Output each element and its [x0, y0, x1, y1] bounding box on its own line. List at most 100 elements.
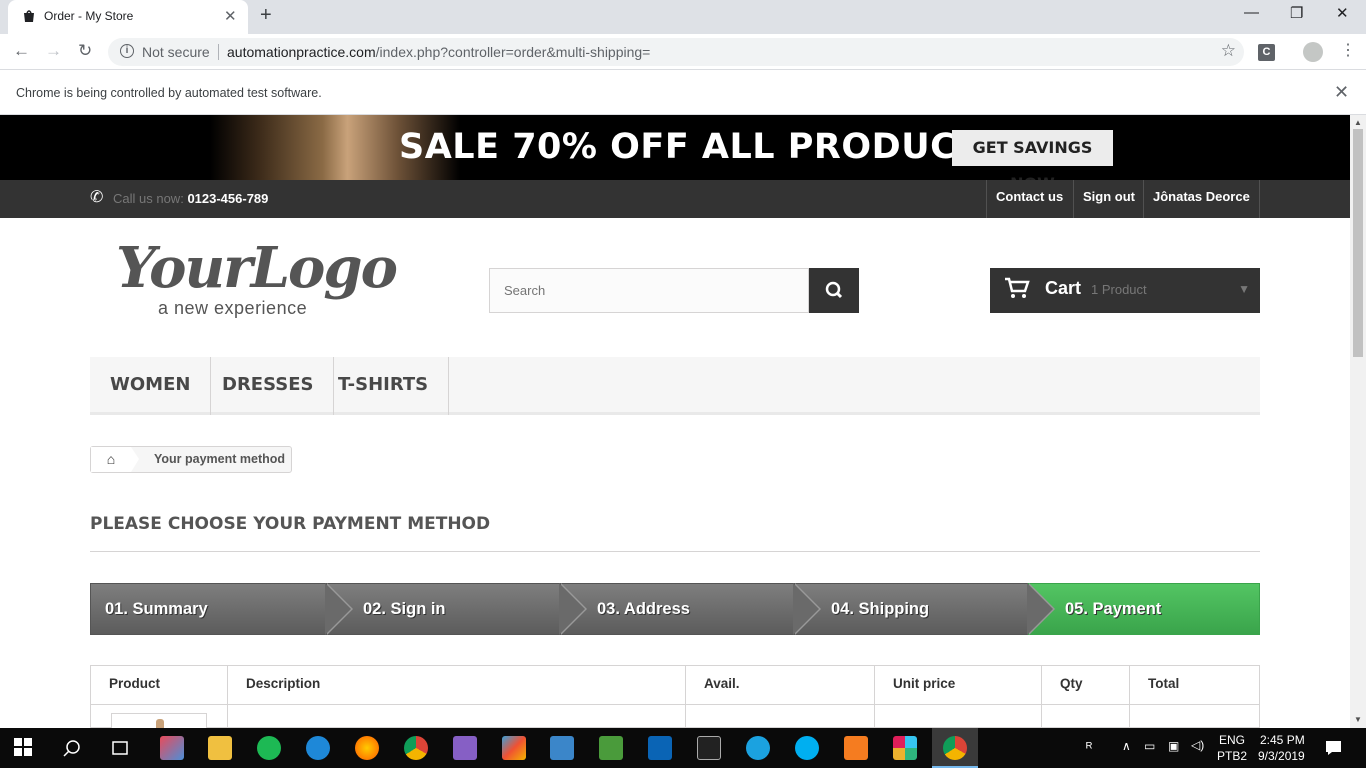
windows-start-icon[interactable]	[14, 738, 32, 756]
slack-icon[interactable]	[893, 736, 917, 760]
cart-icon	[1005, 277, 1030, 298]
sale-banner[interactable]: SALE 70% OFF ALL PRODUCTS GET SAVINGS NO…	[0, 115, 1350, 193]
edge-icon[interactable]	[306, 736, 330, 760]
logo-tagline: a new experience	[158, 298, 308, 318]
product-thumbnail[interactable]	[111, 713, 207, 728]
tab-title: Order - My Store	[44, 9, 134, 23]
taskbar-active-chrome[interactable]	[932, 728, 978, 768]
search-input[interactable]	[490, 269, 808, 312]
search-box	[489, 268, 809, 313]
logo-text: YourLogo	[116, 235, 398, 301]
scrollbar-thumb[interactable]	[1353, 129, 1363, 357]
main-menu: Women Dresses T-shirts	[90, 357, 1260, 415]
chrome-icon	[943, 736, 967, 760]
extension-icon[interactable]: C	[1258, 44, 1275, 61]
task-view-icon[interactable]	[110, 739, 130, 757]
cart-count: 1 Product	[1091, 282, 1147, 297]
breadcrumb-separator	[131, 447, 139, 472]
search-icon[interactable]	[62, 739, 82, 759]
call-us-text: Call us now: 0123-456-789	[113, 191, 268, 206]
table-cell-availability	[686, 705, 875, 728]
file-explorer-icon[interactable]	[208, 736, 232, 760]
spotify-icon[interactable]	[257, 736, 281, 760]
chrome-icon[interactable]	[404, 736, 428, 760]
terminal-icon[interactable]	[697, 736, 721, 760]
minimize-icon[interactable]: —	[1244, 4, 1259, 21]
search-icon	[825, 281, 843, 299]
breadcrumb: ⌂ Your payment method	[90, 446, 292, 473]
step-arrow	[559, 583, 585, 635]
table-cell-unit-price	[875, 705, 1042, 728]
address-bar[interactable]: i Not secure automationpractice.com/inde…	[108, 38, 1244, 66]
menu-item-tshirts[interactable]: T-shirts	[318, 357, 450, 415]
menu-item-dresses[interactable]: Dresses	[202, 357, 335, 415]
page-viewport: SALE 70% OFF ALL PRODUCTS GET SAVINGS NO…	[0, 115, 1350, 728]
infobar-close-icon[interactable]: ✕	[1334, 82, 1349, 103]
url-text[interactable]: automationpractice.com/index.php?control…	[227, 44, 650, 60]
column-header-availability: Avail.	[686, 666, 875, 705]
xampp-icon[interactable]	[844, 736, 868, 760]
phone-number: 0123-456-789	[187, 191, 269, 206]
volume-icon[interactable]: ◁)	[1191, 738, 1204, 752]
battery-icon[interactable]: ▭	[1144, 739, 1155, 753]
tray-chevron-icon[interactable]: ∧	[1122, 739, 1131, 753]
browser-toolbar: ← → ↻ i Not secure automationpractice.co…	[0, 34, 1366, 70]
clock-time[interactable]: 2:45 PM	[1260, 733, 1305, 747]
column-header-total: Total	[1130, 666, 1259, 705]
forward-arrow-icon[interactable]: →	[45, 41, 62, 61]
security-label[interactable]: Not secure	[142, 44, 210, 60]
keyboard-layout[interactable]: PTB2	[1217, 749, 1247, 763]
maximize-icon[interactable]: ❐	[1290, 4, 1303, 22]
column-header-product: Product	[91, 666, 228, 705]
visual-studio-icon[interactable]	[453, 736, 477, 760]
column-header-qty: Qty	[1042, 666, 1130, 705]
tab-close-icon[interactable]: ✕	[224, 7, 237, 25]
table-cell-qty	[1042, 705, 1130, 728]
step-address[interactable]: 03. Address	[560, 583, 795, 635]
step-payment[interactable]: 05. Payment	[1028, 583, 1260, 635]
automation-infobar: Chrome is being controlled by automated …	[0, 71, 1366, 115]
contact-us-link[interactable]: Contact us	[986, 180, 1072, 218]
page-scrollbar[interactable]: ▲ ▼	[1350, 115, 1366, 728]
language-indicator[interactable]: ENG	[1219, 733, 1245, 747]
store-logo[interactable]: YourLogo a new experience	[116, 235, 398, 318]
home-icon[interactable]: ⌂	[91, 447, 131, 472]
back-arrow-icon[interactable]: ←	[13, 41, 30, 61]
url-host: automationpractice.com	[227, 44, 376, 60]
people-icon[interactable]: ᴿ	[1086, 739, 1092, 755]
firefox-icon[interactable]	[355, 736, 379, 760]
step-arrow	[793, 583, 819, 635]
network-icon[interactable]: ▣	[1168, 739, 1179, 753]
skype-business-icon[interactable]	[795, 736, 819, 760]
step-sign-in[interactable]: 02. Sign in	[326, 583, 561, 635]
paint-app-icon[interactable]	[160, 736, 184, 760]
window-close-icon[interactable]: ✕	[1336, 4, 1349, 22]
outlook-icon[interactable]	[648, 736, 672, 760]
step-shipping[interactable]: 04. Shipping	[794, 583, 1029, 635]
git-icon[interactable]	[502, 736, 526, 760]
skype-icon[interactable]	[746, 736, 770, 760]
get-savings-button[interactable]: GET SAVINGS NOW	[952, 130, 1113, 193]
url-path: /index.php?controller=order&multi-shippi…	[375, 44, 651, 60]
scroll-up-icon[interactable]: ▲	[1354, 118, 1362, 127]
menu-item-women[interactable]: Women	[90, 357, 212, 415]
table-cell-product	[91, 705, 228, 728]
profile-avatar-icon[interactable]	[1303, 42, 1323, 62]
info-icon[interactable]: i	[120, 44, 134, 58]
action-center-icon[interactable]	[1325, 740, 1342, 756]
reload-icon[interactable]: ↻	[78, 41, 92, 61]
account-link[interactable]: Jônatas Deorce	[1143, 180, 1260, 218]
scroll-down-icon[interactable]: ▼	[1354, 715, 1362, 724]
bookmark-star-icon[interactable]: ☆	[1221, 41, 1236, 61]
new-tab-button[interactable]: +	[260, 4, 272, 27]
virtualbox-icon[interactable]	[550, 736, 574, 760]
step-summary[interactable]: 01. Summary	[90, 583, 326, 635]
chrome-menu-icon[interactable]: ⋮	[1340, 40, 1356, 60]
search-button[interactable]	[809, 268, 859, 313]
notepad-icon[interactable]	[599, 736, 623, 760]
browser-tab[interactable]: Order - My Store ✕	[8, 0, 248, 34]
clock-date[interactable]: 9/3/2019	[1258, 749, 1305, 763]
cart-button[interactable]: Cart 1 Product ▼	[990, 268, 1260, 313]
sign-out-link[interactable]: Sign out	[1073, 180, 1144, 218]
cart-summary-table: Product Description Avail. Unit price Qt…	[90, 665, 1260, 728]
